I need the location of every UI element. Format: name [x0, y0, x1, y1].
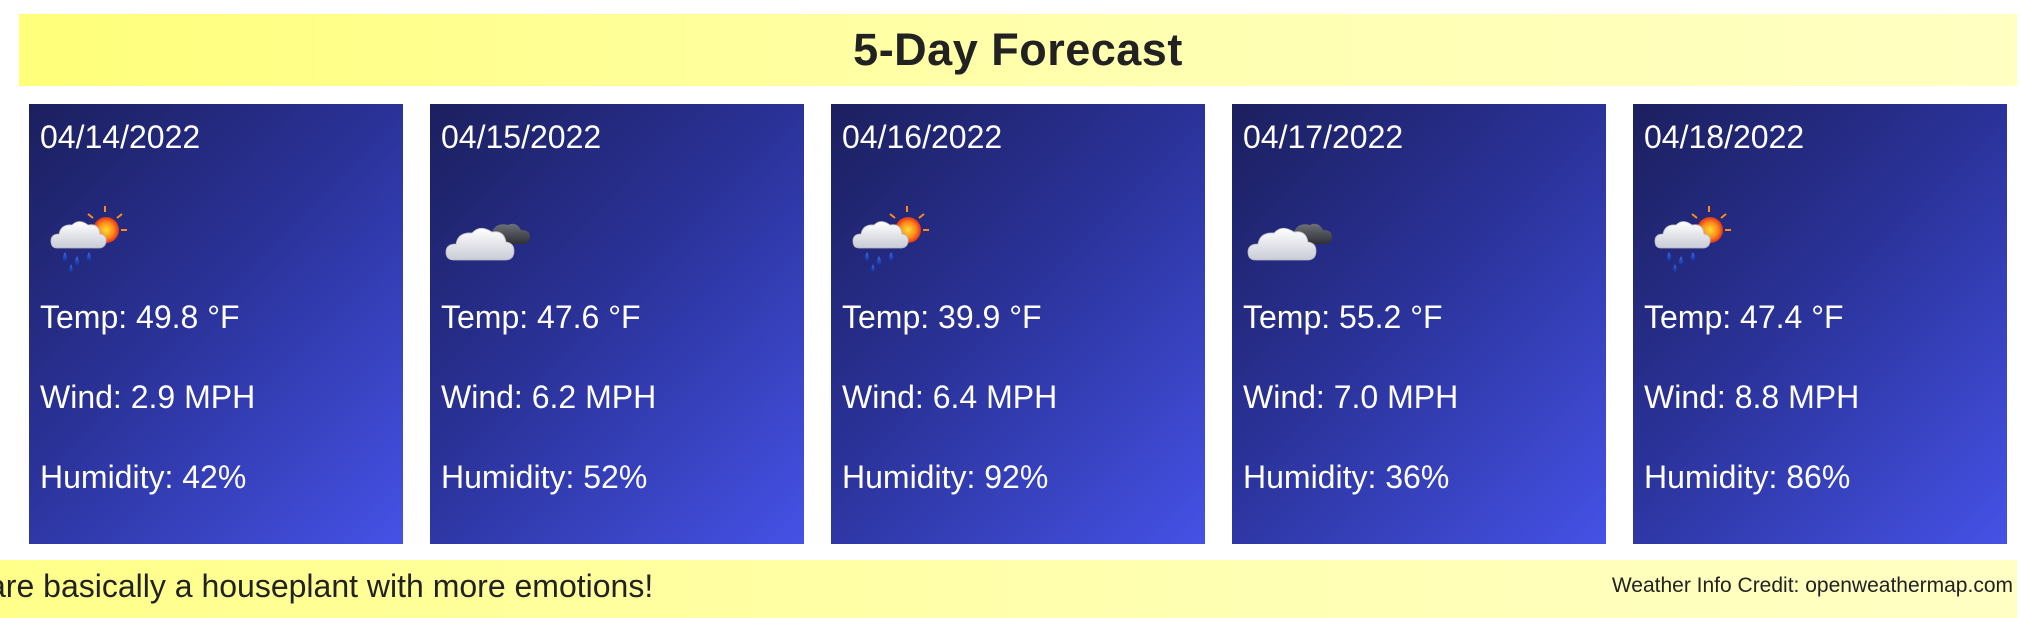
- forecast-wind: Wind: 7.0 MPH: [1243, 379, 1459, 415]
- forecast-date: 04/18/2022: [1644, 119, 1805, 155]
- forecast-cards: 04/14/2022 Temp: 49.8 °F Wind: 2.9 MPH H…: [29, 104, 2007, 544]
- forecast-humidity: Humidity: 42%: [40, 459, 247, 495]
- forecast-card: 04/16/2022 Temp: 39.9 °F Wind: 6.4 MPH H…: [831, 104, 1205, 544]
- forecast-card: 04/15/2022 Temp: 47.6 °F Wind: 6.2 MPH H…: [430, 104, 804, 544]
- rain-sun-icon: [43, 204, 135, 276]
- forecast-temp: Temp: 39.9 °F: [842, 299, 1042, 335]
- forecast-humidity: Humidity: 36%: [1243, 459, 1450, 495]
- forecast-humidity: Humidity: 86%: [1644, 459, 1851, 495]
- forecast-temp: Temp: 55.2 °F: [1243, 299, 1443, 335]
- forecast-page: 5-Day Forecast 04/14/2022 Temp: 49.8 °F …: [0, 0, 2020, 618]
- forecast-temp: Temp: 49.8 °F: [40, 299, 240, 335]
- forecast-date: 04/16/2022: [842, 119, 1003, 155]
- forecast-date: 04/17/2022: [1243, 119, 1404, 155]
- page-title: 5-Day Forecast: [853, 24, 1183, 75]
- forecast-wind: Wind: 2.9 MPH: [40, 379, 256, 415]
- broken-clouds-icon: [444, 204, 536, 276]
- forecast-date: 04/15/2022: [441, 119, 602, 155]
- forecast-humidity: Humidity: 92%: [842, 459, 1049, 495]
- forecast-temp: Temp: 47.4 °F: [1644, 299, 1844, 335]
- scrolling-message: are basically a houseplant with more emo…: [0, 568, 654, 604]
- forecast-date: 04/14/2022: [40, 119, 201, 155]
- forecast-wind: Wind: 8.8 MPH: [1644, 379, 1860, 415]
- forecast-temp: Temp: 47.6 °F: [441, 299, 641, 335]
- rain-sun-icon: [845, 204, 937, 276]
- forecast-header: 5-Day Forecast: [19, 14, 2017, 86]
- forecast-card: 04/14/2022 Temp: 49.8 °F Wind: 2.9 MPH H…: [29, 104, 403, 544]
- footer-bar: are basically a houseplant with more emo…: [0, 560, 2017, 618]
- forecast-wind: Wind: 6.2 MPH: [441, 379, 657, 415]
- rain-sun-icon: [1647, 204, 1739, 276]
- forecast-card: 04/18/2022 Temp: 47.4 °F Wind: 8.8 MPH H…: [1633, 104, 2007, 544]
- forecast-card: 04/17/2022 Temp: 55.2 °F Wind: 7.0 MPH H…: [1232, 104, 1606, 544]
- forecast-wind: Wind: 6.4 MPH: [842, 379, 1058, 415]
- broken-clouds-icon: [1246, 204, 1338, 276]
- weather-credit: Weather Info Credit: openweathermap.com: [1611, 574, 2013, 597]
- forecast-humidity: Humidity: 52%: [441, 459, 648, 495]
